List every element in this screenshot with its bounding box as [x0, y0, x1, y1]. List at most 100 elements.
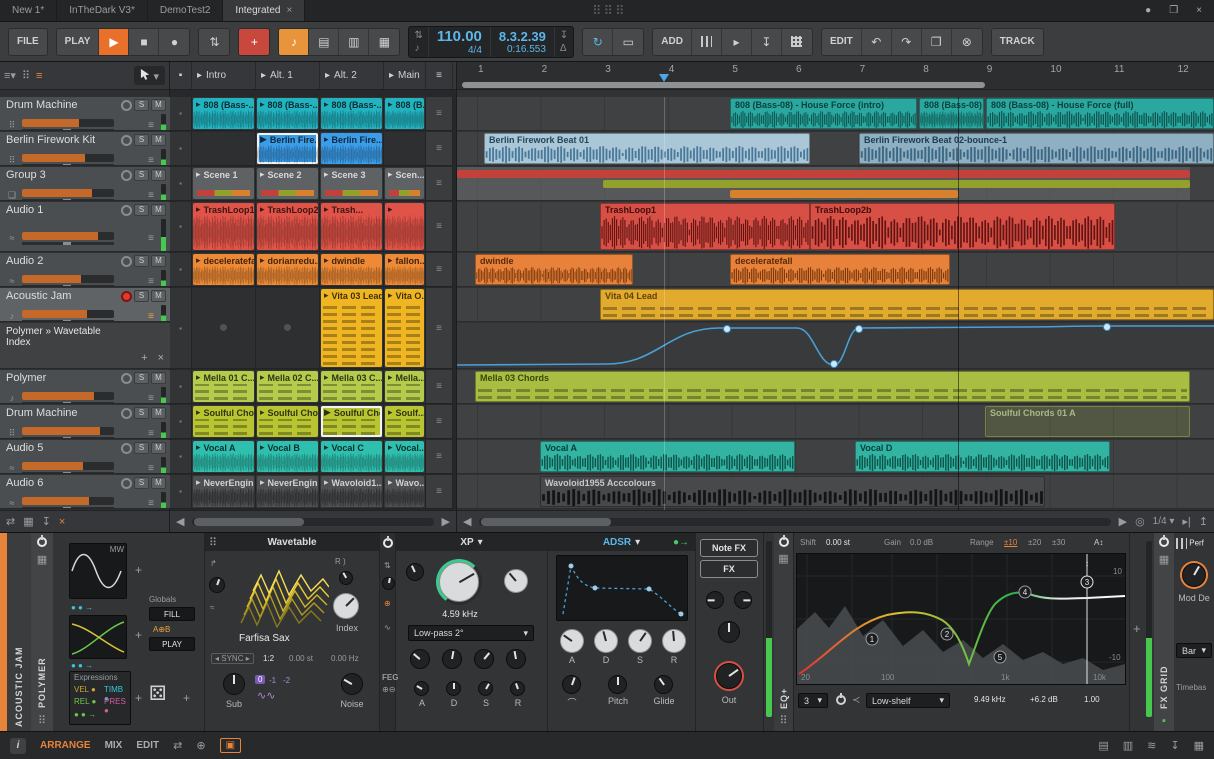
expr-rel-label[interactable]: REL ●	[74, 697, 96, 706]
launcher-alt-cell[interactable]: ≡	[426, 288, 453, 369]
eq-range-30[interactable]: ±30	[1052, 538, 1065, 547]
clip-play-icon[interactable]: ▸	[388, 169, 393, 180]
track-header[interactable]: Drum Machine S M ⠿ ≡	[0, 405, 170, 439]
track-close-icon[interactable]: ×	[59, 516, 65, 528]
metronome-button[interactable]: ♪	[279, 28, 310, 55]
clip-play-icon[interactable]: ▸	[196, 204, 201, 215]
eq-band2-handle[interactable]: 2	[945, 630, 950, 639]
launcher-clip[interactable]: ▸ TrashLoop1	[193, 203, 254, 250]
clip-play-icon[interactable]: ▸	[260, 407, 265, 418]
record-arm-button[interactable]	[121, 169, 132, 181]
xp-env-r-knob[interactable]	[506, 649, 526, 669]
copy-button[interactable]: ❐	[922, 28, 952, 55]
time-signature[interactable]: 4/4	[437, 45, 482, 56]
clip-play-icon[interactable]: ▸	[196, 255, 201, 266]
arranger-lane[interactable]	[457, 167, 1214, 201]
launcher-clip[interactable]: ▸Soulful Cho...	[193, 406, 254, 437]
arranger-lane[interactable]: dwindle deceleratefall	[457, 253, 1214, 287]
clip-slot[interactable]: ▸ Vocal...	[384, 440, 426, 474]
clip-play-icon[interactable]: ▸	[196, 407, 201, 418]
launcher-clip[interactable]: ▸ Soulf...	[385, 406, 424, 437]
eq-band-power-icon[interactable]	[836, 693, 846, 705]
redo-button[interactable]: ↷	[892, 28, 922, 55]
clip-slot[interactable]: ▸ dorianredu...	[256, 253, 320, 287]
launcher-alt-cell[interactable]: ≡	[426, 202, 453, 252]
info-button[interactable]: i	[10, 737, 26, 754]
launcher-scroll-right-icon[interactable]: ▶	[442, 515, 450, 528]
launcher-clip[interactable]: ▸deceleratefall	[193, 254, 254, 285]
launcher-clip[interactable]: ▸ dorianredu...	[257, 254, 318, 285]
feg-d-knob[interactable]	[446, 681, 461, 696]
launcher-clip[interactable]: ▸ Vita 03 Lead	[321, 289, 382, 367]
timeline-ruler[interactable]: 1 2 3 4 5 6 7 8 9 10 11 12	[457, 62, 1214, 90]
cue-marker-button[interactable]: ▦	[369, 29, 399, 55]
clip-play-icon[interactable]: ▶	[324, 407, 331, 418]
stop-clips-button[interactable]: ▪	[170, 253, 192, 287]
timeline-zoom-bar[interactable]	[462, 82, 985, 88]
scene-play-icon[interactable]: ▸	[197, 70, 202, 81]
stop-clips-button[interactable]: ▪	[170, 167, 192, 201]
xp-env-s-knob[interactable]	[474, 649, 494, 669]
clip-slot[interactable]: ▸Soulful Cho...	[256, 405, 320, 439]
feg-s-knob[interactable]	[478, 681, 493, 696]
feg-r-knob[interactable]	[510, 681, 525, 696]
xp-route-icon[interactable]: ⊕	[384, 599, 391, 608]
wavetable-drag-icon[interactable]: ⠿	[209, 536, 217, 549]
tempo-value[interactable]: 110.00	[437, 28, 482, 45]
launcher-clip[interactable]: ▸ Scen...	[385, 168, 424, 199]
play-button[interactable]: ▶	[99, 28, 130, 55]
pan-slider[interactable]	[22, 401, 114, 403]
track-menu-icon[interactable]: ≡	[148, 428, 154, 439]
curve-knob[interactable]	[562, 675, 581, 694]
eq-spectrum-display[interactable]: 20 100 1k 10k 10 -10 1 2 5 4 3 ↕	[796, 553, 1126, 685]
polymer-power-icon[interactable]	[37, 535, 47, 547]
add-import-icon[interactable]: ↧	[752, 28, 782, 55]
launcher-clip[interactable]: ▸ Wavoloid1...	[321, 476, 382, 507]
loop-button[interactable]: ↻	[583, 28, 614, 55]
launcher-clip[interactable]: ▸ Mella 01 C...	[193, 371, 254, 402]
eq-band-q-value[interactable]: 1.00	[1084, 695, 1100, 704]
arranger-lane[interactable]: Soulful Chords 01 A	[457, 405, 1214, 439]
launcher-clip[interactable]: ▸ Vocal C	[321, 441, 382, 472]
groove-icon[interactable]: ♪	[414, 43, 422, 54]
out-knob[interactable]	[716, 663, 742, 689]
arranger-clip[interactable]: TrashLoop2b	[810, 203, 1115, 250]
mute-button[interactable]: M	[151, 255, 166, 267]
record-arm-button[interactable]	[121, 134, 132, 146]
mod-wheel-display[interactable]: MW	[69, 543, 127, 599]
launcher-clip[interactable]: ▸NeverEngin...	[257, 476, 318, 507]
arranger-scroll-left-icon[interactable]: ◀	[463, 515, 471, 528]
clip-slot[interactable]: ▸ 808 (Bass-...	[256, 97, 320, 131]
cursor-tool-button[interactable]: ▾	[134, 66, 165, 85]
scene-header[interactable]: ▸ Alt. 1	[256, 62, 320, 89]
pan-slider[interactable]	[22, 241, 114, 245]
launcher-clip[interactable]: ▶ Berlin Fire...	[257, 133, 318, 164]
launcher-alt-cell[interactable]: ≡	[426, 167, 453, 201]
stop-clips-button[interactable]: ▪	[170, 475, 192, 509]
eq-expand-icon[interactable]: ⠿	[779, 714, 787, 727]
wt-route-icon[interactable]: ↱	[210, 559, 217, 568]
globals-fill-button[interactable]: FILL	[149, 607, 195, 621]
add-device-button[interactable]: +	[1133, 621, 1141, 636]
clip-slot[interactable]: ▸ Scene 3	[320, 167, 384, 201]
note-fx-tab[interactable]: Note FX	[700, 539, 758, 557]
track-menu-icon[interactable]: ≡	[148, 498, 154, 509]
automation-point[interactable]	[723, 325, 731, 333]
mute-button[interactable]: M	[151, 477, 166, 489]
track-header[interactable]: Drum Machine S M ⠿ ≡	[0, 97, 170, 131]
wt-wave-icon[interactable]: ≈	[210, 603, 214, 612]
record-button[interactable]: ●	[159, 29, 189, 55]
clip-play-icon[interactable]: ▸	[324, 134, 329, 145]
scene-play-icon[interactable]: ▸	[261, 70, 266, 81]
sub-octave-minus2[interactable]: -2	[283, 676, 290, 685]
position-display[interactable]: 8.3.2.39 0:16.553	[489, 26, 554, 57]
eq-shift-value[interactable]: 0.00 st	[826, 538, 850, 547]
clip-slot[interactable]: ▸ Scen...	[384, 167, 426, 201]
adsr-dropdown-icon[interactable]: ▾	[635, 537, 640, 548]
clip-play-icon[interactable]: ▸	[260, 169, 265, 180]
clip-play-icon[interactable]: ▸	[388, 204, 393, 215]
polymer-device-strip[interactable]: ▦ POLYMER ⠿	[31, 533, 53, 731]
solo-button[interactable]: S	[134, 169, 149, 181]
envelope-display[interactable]	[69, 615, 127, 659]
device-track-label[interactable]: ACOUSTIC JAM	[7, 533, 31, 731]
